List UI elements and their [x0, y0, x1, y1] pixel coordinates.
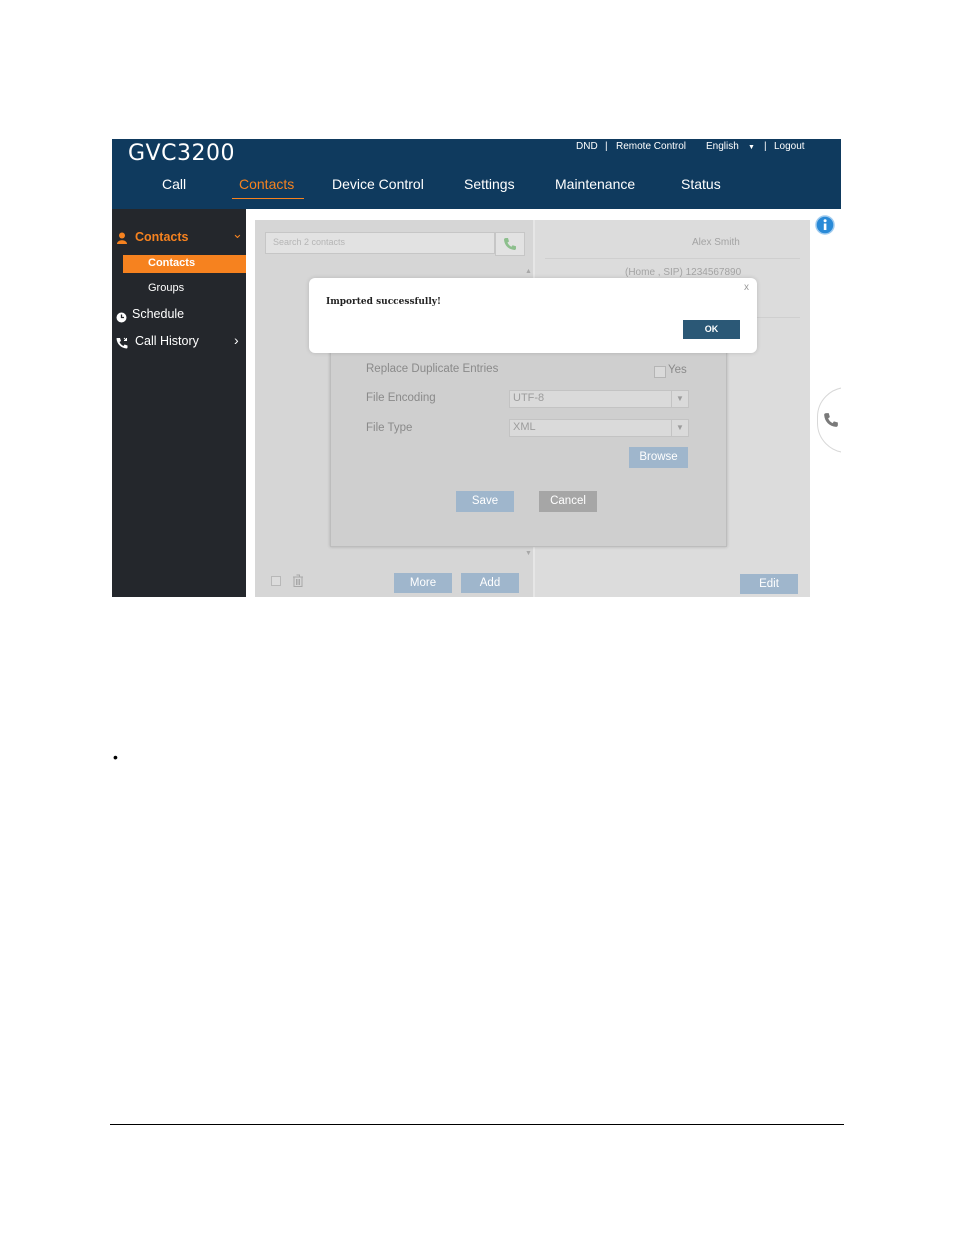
user-icon — [117, 231, 127, 244]
sidebar-item-call-history[interactable]: Call History — [135, 334, 199, 348]
dnd-link[interactable]: DND — [576, 141, 598, 152]
save-button[interactable]: Save — [456, 491, 514, 512]
nav-maintenance[interactable]: Maintenance — [555, 176, 635, 192]
divider — [545, 258, 800, 259]
main-panel: Search 2 contacts ▲ ▼ Alex Smith (Home ,… — [246, 209, 841, 597]
sidebar-subitem-contacts[interactable]: Contacts — [148, 257, 195, 269]
file-encoding-select[interactable]: UTF-8 ▼ — [509, 390, 689, 408]
nav-status[interactable]: Status — [681, 176, 721, 192]
contact-name: Alex Smith — [692, 237, 740, 248]
search-input[interactable]: Search 2 contacts — [265, 232, 495, 254]
call-history-icon — [116, 336, 128, 349]
file-type-label: File Type — [366, 422, 413, 434]
cancel-button[interactable]: Cancel — [539, 491, 597, 512]
import-contacts-panel: Replace Duplicate Entries Yes File Encod… — [330, 330, 727, 547]
language-select[interactable]: English — [706, 141, 739, 152]
sidebar-subitem-active[interactable]: Contacts — [123, 255, 246, 273]
more-button[interactable]: More — [394, 573, 452, 593]
phone-icon — [503, 237, 517, 256]
footer-rule — [110, 1124, 844, 1125]
scroll-up-icon[interactable]: ▲ — [525, 268, 532, 275]
scroll-down-icon[interactable]: ▼ — [525, 550, 532, 557]
remote-control-link[interactable]: Remote Control — [616, 141, 686, 152]
close-icon[interactable]: x — [744, 282, 749, 293]
top-header: GVC3200 DND | Remote Control English ▼ |… — [112, 139, 841, 209]
nav-settings[interactable]: Settings — [464, 176, 515, 192]
chevron-right-icon: › — [234, 332, 239, 348]
nav-active-underline — [232, 198, 304, 199]
nav-call[interactable]: Call — [162, 176, 186, 192]
nav-contacts[interactable]: Contacts — [239, 176, 294, 192]
nav-device-control[interactable]: Device Control — [332, 176, 424, 192]
sidebar: Contacts ⌄ Contacts Groups Schedule Call… — [112, 209, 246, 597]
replace-duplicates-label: Replace Duplicate Entries — [366, 363, 499, 375]
language-dropdown-icon[interactable]: ▼ — [748, 144, 755, 151]
dial-button[interactable] — [495, 232, 525, 256]
sidebar-item-contacts[interactable]: Contacts — [135, 230, 188, 244]
sidebar-item-schedule[interactable]: Schedule — [132, 307, 184, 321]
select-all-checkbox[interactable] — [271, 576, 281, 586]
file-encoding-value: UTF-8 — [513, 392, 545, 404]
logout-link[interactable]: Logout — [774, 141, 805, 152]
file-type-select[interactable]: XML ▼ — [509, 419, 689, 437]
screenshot-frame: GVC3200 DND | Remote Control English ▼ |… — [112, 139, 841, 597]
chevron-down-icon: ⌄ — [232, 226, 243, 241]
sidebar-subitem-groups[interactable]: Groups — [148, 282, 184, 294]
trash-icon[interactable] — [292, 574, 304, 592]
dropdown-arrow-icon: ▼ — [671, 420, 688, 436]
edit-button[interactable]: Edit — [740, 574, 798, 594]
contact-number: (Home , SIP) 1234567890 — [625, 267, 742, 278]
search-placeholder: Search 2 contacts — [273, 237, 346, 247]
add-button[interactable]: Add — [461, 573, 519, 593]
bullet-point: • — [113, 749, 118, 765]
separator: | — [605, 141, 608, 152]
dropdown-arrow-icon: ▼ — [671, 391, 688, 407]
separator: | — [764, 141, 767, 152]
file-encoding-label: File Encoding — [366, 392, 436, 404]
info-icon[interactable] — [815, 215, 835, 240]
import-success-dialog: x Imported successfully! OK — [309, 278, 757, 353]
replace-duplicates-checkbox[interactable] — [654, 366, 666, 378]
brand-logo: GVC3200 — [128, 141, 235, 166]
dialog-message: Imported successfully! — [326, 297, 441, 307]
ok-button[interactable]: OK — [683, 320, 740, 339]
replace-duplicates-option: Yes — [668, 364, 687, 376]
file-type-value: XML — [513, 421, 536, 433]
browse-button[interactable]: Browse — [629, 447, 688, 468]
phone-icon — [823, 412, 839, 433]
contacts-content: Search 2 contacts ▲ ▼ Alex Smith (Home ,… — [255, 220, 810, 597]
clock-icon — [116, 310, 127, 323]
